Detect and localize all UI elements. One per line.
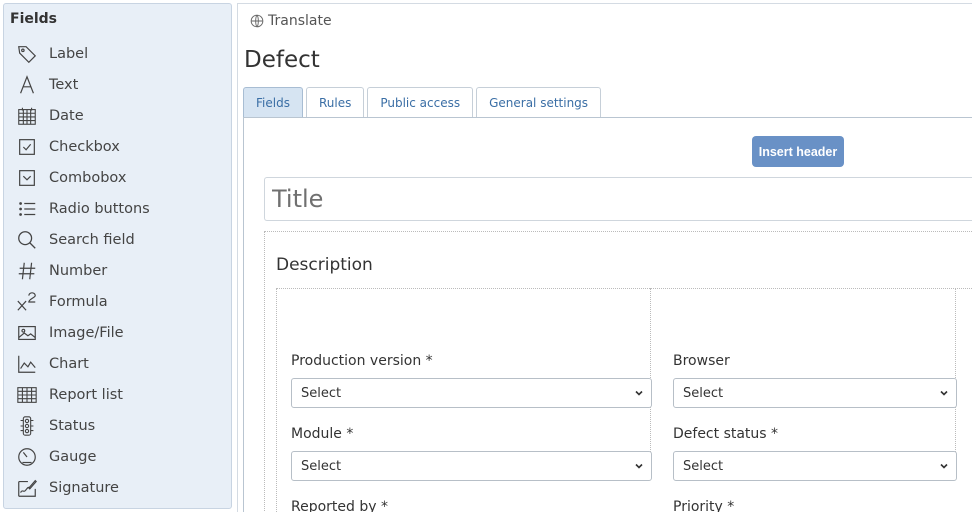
field-item-label[interactable]: Label <box>4 38 232 69</box>
chevron-down-icon <box>940 463 948 469</box>
browser-select[interactable]: Select <box>673 378 957 408</box>
field-item-checkbox-label: Checkbox <box>49 138 120 155</box>
list-icon <box>16 198 38 220</box>
browser-value: Select <box>683 385 724 401</box>
fields-sidebar: Fields Label Text Date Checkbox Combobox <box>3 3 232 509</box>
priority-label: Priority * <box>673 499 735 512</box>
hash-icon <box>16 260 38 282</box>
defect-status-value: Select <box>683 458 724 474</box>
field-item-number-label: Number <box>49 262 108 279</box>
production-version-label: Production version * <box>291 353 433 369</box>
module-value: Select <box>301 458 342 474</box>
field-item-search-field-label: Search field <box>49 231 135 248</box>
section-title: Description <box>276 255 373 275</box>
description-section: Description Production version * Select … <box>264 231 972 512</box>
globe-icon <box>250 14 264 28</box>
field-item-formula-label: Formula <box>49 293 108 310</box>
field-item-report-list-label: Report list <box>49 386 123 403</box>
reported-by-label: Reported by * <box>291 499 388 512</box>
field-item-status[interactable]: Status <box>4 410 232 441</box>
browser-label: Browser <box>673 353 730 369</box>
calendar-icon <box>16 105 38 127</box>
field-item-report-list[interactable]: Report list <box>4 379 232 410</box>
title-input[interactable] <box>264 177 972 221</box>
field-item-combobox-label: Combobox <box>49 169 127 186</box>
chevron-down-icon <box>940 390 948 396</box>
insert-header-button[interactable]: Insert header <box>752 136 844 167</box>
table-icon <box>16 384 38 406</box>
traffic-light-icon <box>16 415 38 437</box>
tag-icon <box>16 43 38 65</box>
field-item-gauge-label: Gauge <box>49 448 97 465</box>
defect-status-label: Defect status * <box>673 426 779 442</box>
field-item-label-text: Label <box>49 45 89 62</box>
defect-status-select[interactable]: Select <box>673 451 957 481</box>
chart-icon <box>16 353 38 375</box>
production-version-select[interactable]: Select <box>291 378 652 408</box>
field-item-image-file[interactable]: Image/File <box>4 317 232 348</box>
field-item-date[interactable]: Date <box>4 100 232 131</box>
field-item-text[interactable]: Text <box>4 69 232 100</box>
formula-icon <box>16 291 38 313</box>
field-item-chart[interactable]: Chart <box>4 348 232 379</box>
field-item-status-label: Status <box>49 417 96 434</box>
page-title: Defect <box>244 47 320 73</box>
chevron-down-icon <box>635 463 643 469</box>
field-item-signature-label: Signature <box>49 479 119 496</box>
combobox-icon <box>16 167 38 189</box>
tab-fields[interactable]: Fields <box>243 87 303 117</box>
field-item-date-label: Date <box>49 107 84 124</box>
field-item-number[interactable]: Number <box>4 255 232 286</box>
image-icon <box>16 322 38 344</box>
tab-bar: Fields Rules Public access General setti… <box>243 87 604 117</box>
signature-icon <box>16 477 38 499</box>
form-designer: Translate Defect Fields Rules Public acc… <box>237 3 972 512</box>
search-icon <box>16 229 38 251</box>
field-item-chart-label: Chart <box>49 355 89 372</box>
field-item-search-field[interactable]: Search field <box>4 224 232 255</box>
field-item-radio-buttons[interactable]: Radio buttons <box>4 193 232 224</box>
field-item-checkbox[interactable]: Checkbox <box>4 131 232 162</box>
field-item-formula[interactable]: Formula <box>4 286 232 317</box>
sidebar-title: Fields <box>10 11 58 27</box>
module-select[interactable]: Select <box>291 451 652 481</box>
form-canvas: Insert header Description Production ver… <box>243 117 972 512</box>
production-version-value: Select <box>301 385 342 401</box>
tab-rules[interactable]: Rules <box>305 87 365 117</box>
field-item-gauge[interactable]: Gauge <box>4 441 232 472</box>
tab-public-access[interactable]: Public access <box>367 87 474 117</box>
chevron-down-icon <box>635 390 643 396</box>
field-item-radio-buttons-label: Radio buttons <box>49 200 150 217</box>
translate-label: Translate <box>268 13 332 29</box>
field-item-signature[interactable]: Signature <box>4 472 232 503</box>
gauge-icon <box>16 446 38 468</box>
field-item-text-label: Text <box>49 76 79 93</box>
tab-general-settings[interactable]: General settings <box>476 87 602 117</box>
translate-link[interactable]: Translate <box>250 13 332 29</box>
text-icon <box>16 74 38 96</box>
field-item-image-file-label: Image/File <box>49 324 124 341</box>
module-label: Module * <box>291 426 354 442</box>
checkbox-icon <box>16 136 38 158</box>
field-item-combobox[interactable]: Combobox <box>4 162 232 193</box>
